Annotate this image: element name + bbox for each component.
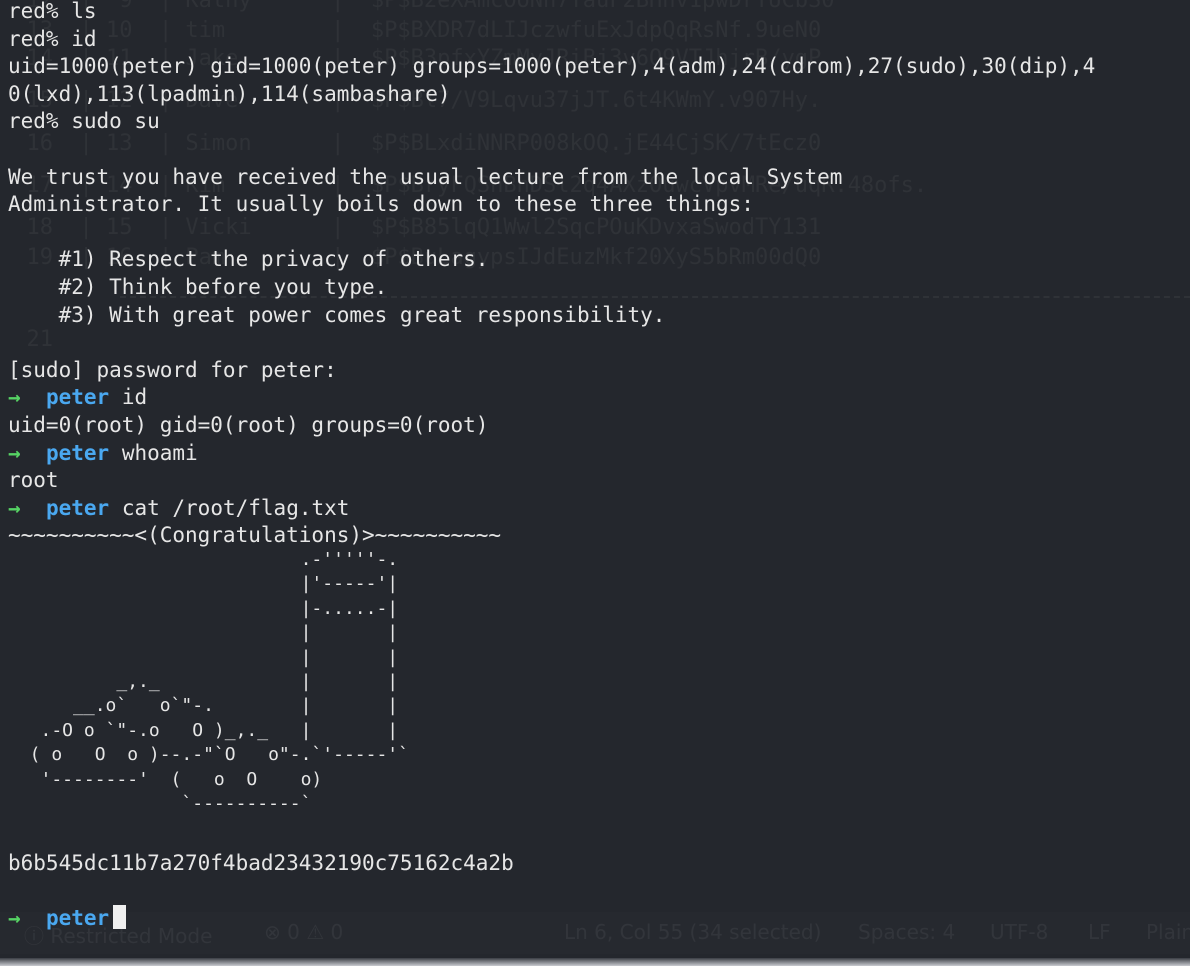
output-line: red% ls bbox=[8, 0, 97, 23]
prompt-arrow-icon: → bbox=[8, 440, 21, 465]
output-line: Administrator. It usually boils down to … bbox=[8, 192, 754, 217]
output-line: root bbox=[8, 468, 59, 493]
prompt-line: → peter cat /root/flag.txt bbox=[8, 495, 1190, 523]
ascii-art: .-'''''-. |'-----'| |-.....-| | | | | _,… bbox=[29, 549, 409, 815]
window-bottom-edge bbox=[0, 958, 1190, 966]
command-text: cat /root/flag.txt bbox=[121, 495, 350, 520]
prompt-line: → peter whoami bbox=[8, 440, 1190, 468]
output-line: red% id bbox=[8, 26, 97, 51]
output-line: #2) Think before you type. bbox=[8, 274, 388, 299]
terminal-output-tail: b6b545dc11b7a270f4bad23432190c75162c4a2b… bbox=[8, 850, 1190, 933]
congratulations-banner: ~~~~~~~~~~<(Congratulations)>~~~~~~~~~~ bbox=[8, 523, 502, 548]
prompt-arrow-icon: → bbox=[8, 906, 21, 931]
active-prompt-line[interactable]: → peter bbox=[8, 905, 1190, 933]
output-line: uid=0(root) gid=0(root) groups=0(root) bbox=[8, 412, 489, 437]
output-line: #3) With great power comes great respons… bbox=[8, 302, 666, 327]
prompt-user: peter bbox=[45, 385, 110, 410]
output-line: #1) Respect the privacy of others. bbox=[8, 247, 489, 272]
command-text: whoami bbox=[121, 440, 198, 465]
terminal-output: red% ls red% id uid=1000(peter) gid=1000… bbox=[8, 0, 1190, 550]
prompt-line: → peter id bbox=[8, 384, 1190, 412]
prompt-user: peter bbox=[45, 495, 110, 520]
output-line: red% sudo su bbox=[8, 109, 160, 134]
output-line: [sudo] password for peter: bbox=[8, 357, 337, 382]
prompt-arrow-icon: → bbox=[8, 385, 21, 410]
prompt-arrow-icon: → bbox=[8, 495, 21, 520]
terminal-window[interactable]: 12 | 9 | Kathy | $P$B2eXAmcOoNh7YauF2BHh… bbox=[0, 0, 1190, 966]
output-line: We trust you have received the usual lec… bbox=[8, 164, 843, 189]
prompt-user: peter bbox=[45, 906, 110, 931]
output-line: 0(lxd),113(lpadmin),114(sambashare) bbox=[8, 81, 451, 106]
prompt-user: peter bbox=[45, 440, 110, 465]
flag-hash: b6b545dc11b7a270f4bad23432190c75162c4a2b bbox=[8, 851, 514, 875]
command-text: id bbox=[121, 385, 148, 410]
terminal-cursor[interactable] bbox=[113, 905, 127, 930]
output-line: uid=1000(peter) gid=1000(peter) groups=1… bbox=[8, 54, 1096, 79]
